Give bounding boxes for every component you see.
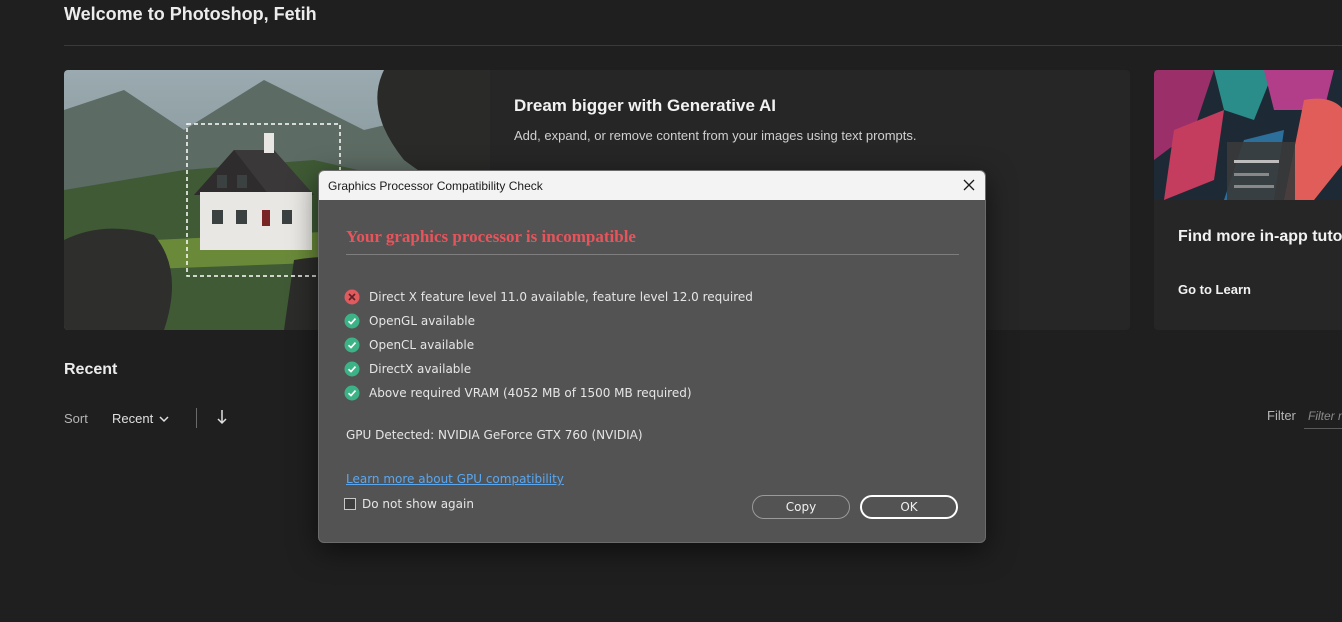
check-text: OpenCL available (369, 338, 475, 352)
check-item: Above required VRAM (4052 MB of 1500 MB … (344, 381, 753, 405)
sort-label: Sort (64, 411, 88, 426)
check-circle-icon (344, 313, 360, 329)
checkbox-box[interactable] (344, 498, 356, 510)
flamingo-image (1154, 70, 1342, 200)
filter-input[interactable] (1304, 404, 1342, 429)
check-item: OpenGL available (344, 309, 753, 333)
dialog-title: Graphics Processor Compatibility Check (328, 179, 543, 193)
close-icon[interactable] (961, 177, 977, 193)
check-text: Above required VRAM (4052 MB of 1500 MB … (369, 386, 692, 400)
chevron-down-icon (159, 415, 169, 422)
check-list: Direct X feature level 11.0 available, f… (344, 285, 753, 405)
learn-card[interactable]: Find more in-app tuto Go to Learn (1154, 70, 1342, 330)
check-item: OpenCL available (344, 333, 753, 357)
incompatible-heading: Your graphics processor is incompatible (346, 227, 636, 246)
learn-title: Find more in-app tuto (1178, 228, 1342, 245)
gpu-compatibility-dialog: Graphics Processor Compatibility Check Y… (318, 170, 986, 543)
check-item: DirectX available (344, 357, 753, 381)
recent-heading: Recent (64, 361, 118, 378)
gpu-detected-text: GPU Detected: NVIDIA GeForce GTX 760 (NV… (346, 428, 643, 442)
sort-separator (196, 408, 197, 428)
filter-label: Filter (1267, 408, 1296, 423)
check-text: DirectX available (369, 362, 472, 376)
dialog-titlebar: Graphics Processor Compatibility Check (319, 171, 985, 200)
sort-value: Recent (112, 411, 154, 426)
check-circle-icon (344, 337, 360, 353)
check-text: Direct X feature level 11.0 available, f… (369, 290, 753, 304)
header-divider (64, 45, 1342, 46)
hero-subtitle: Add, expand, or remove content from your… (514, 128, 917, 143)
hero-title: Dream bigger with Generative AI (514, 96, 776, 115)
x-circle-icon (344, 289, 360, 305)
sort-dropdown[interactable]: Recent (112, 411, 169, 426)
go-to-learn-link[interactable]: Go to Learn (1178, 282, 1251, 297)
sort-direction-arrow-icon[interactable] (215, 408, 229, 426)
check-circle-icon (344, 385, 360, 401)
do-not-show-label: Do not show again (362, 497, 474, 511)
check-text: OpenGL available (369, 314, 476, 328)
heading-rule (346, 254, 959, 255)
check-item: Direct X feature level 11.0 available, f… (344, 285, 753, 309)
ok-button[interactable]: OK (860, 495, 958, 519)
copy-button[interactable]: Copy (752, 495, 850, 519)
do-not-show-checkbox[interactable]: Do not show again (344, 497, 474, 511)
gpu-compatibility-link[interactable]: Learn more about GPU compatibility (346, 472, 564, 486)
welcome-title: Welcome to Photoshop, Fetih (64, 4, 317, 24)
check-circle-icon (344, 361, 360, 377)
